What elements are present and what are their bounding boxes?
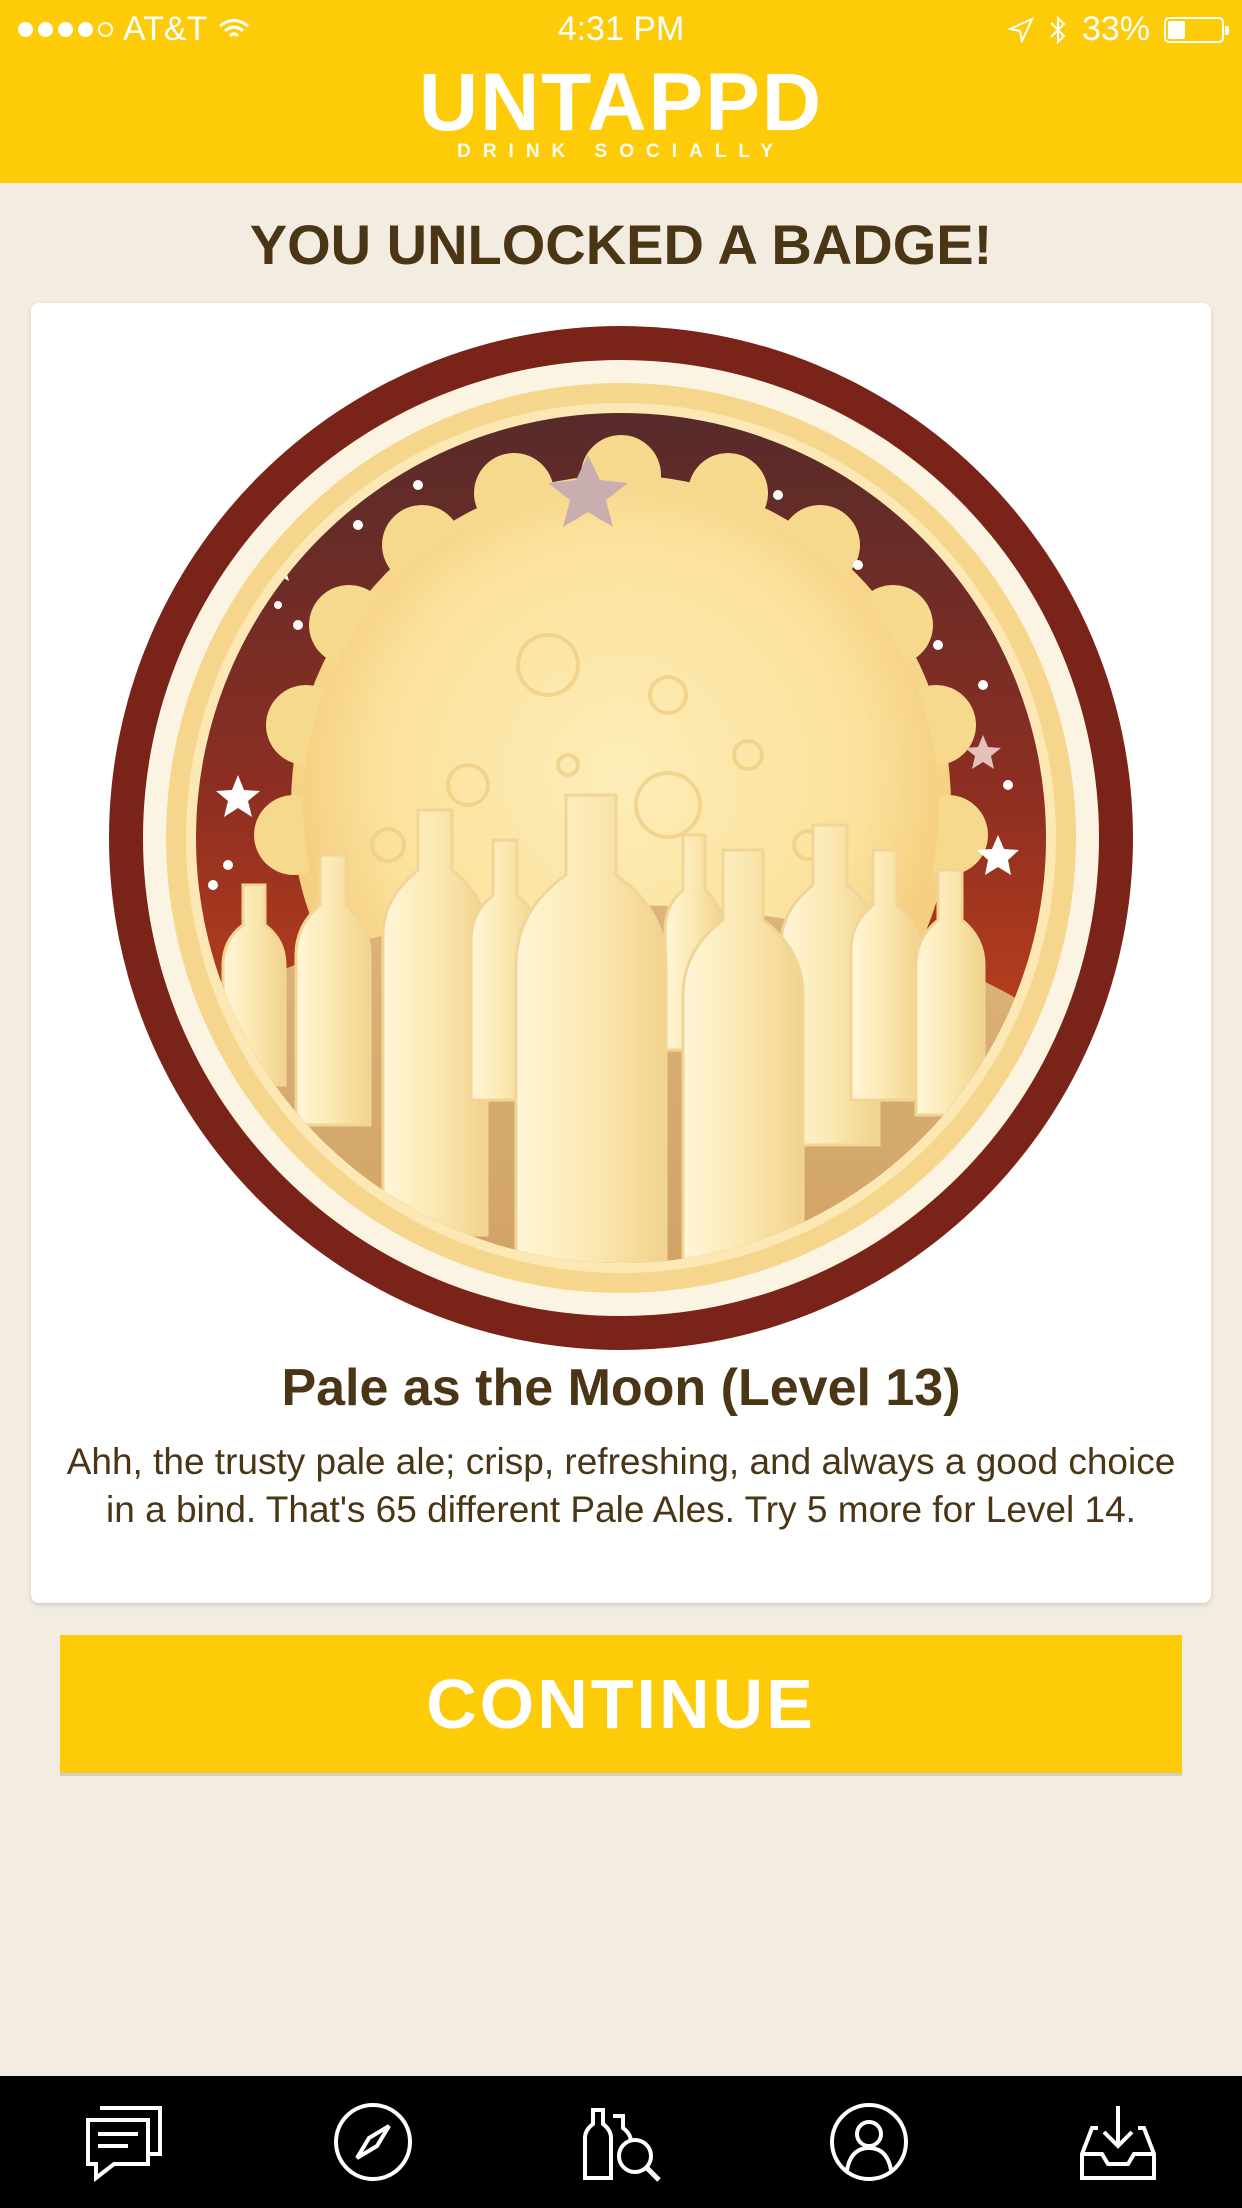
badge-description: Ahh, the trusty pale ale; crisp, refresh… xyxy=(66,1441,1176,1530)
inbox-icon xyxy=(1079,2106,1156,2180)
continue-button[interactable]: CONTINUE xyxy=(60,1635,1182,1773)
badge-name: Pale as the Moon (Level 13) xyxy=(281,1359,961,1417)
battery-icon xyxy=(1164,16,1229,43)
tab-beer-search[interactable] xyxy=(561,2082,681,2202)
logo-wordmark: UNTAPPD xyxy=(418,57,824,148)
profile-icon xyxy=(830,2103,909,2181)
badge-card: Pale as the Moon (Level 13) Ahh, the tru… xyxy=(31,303,1211,1603)
discover-compass-icon xyxy=(333,2103,412,2181)
tab-inbox[interactable] xyxy=(1058,2082,1178,2202)
bluetooth-icon xyxy=(1050,15,1066,44)
logo-tagline: DRINK SOCIALLY xyxy=(457,141,785,162)
status-right: 33% xyxy=(1007,10,1229,49)
tab-profile[interactable] xyxy=(809,2082,929,2202)
app-header: AT&T 4:31 PM 33% UNTAPPD DRINK SOCIALLY xyxy=(0,0,1242,183)
location-arrow-icon xyxy=(1007,16,1034,43)
activity-feed-icon xyxy=(86,2106,163,2183)
status-bar: AT&T 4:31 PM 33% xyxy=(0,0,1242,60)
app-logo: UNTAPPD DRINK SOCIALLY xyxy=(0,62,1242,164)
page-title: YOU UNLOCKED A BADGE! xyxy=(249,213,993,276)
beer-search-icon xyxy=(582,2108,661,2182)
pale-moon-badge-icon xyxy=(109,326,1133,1350)
tab-bar xyxy=(0,2076,1242,2208)
tab-activity[interactable] xyxy=(64,2082,184,2202)
tab-discover[interactable] xyxy=(313,2082,433,2202)
battery-percent: 33% xyxy=(1081,10,1150,48)
